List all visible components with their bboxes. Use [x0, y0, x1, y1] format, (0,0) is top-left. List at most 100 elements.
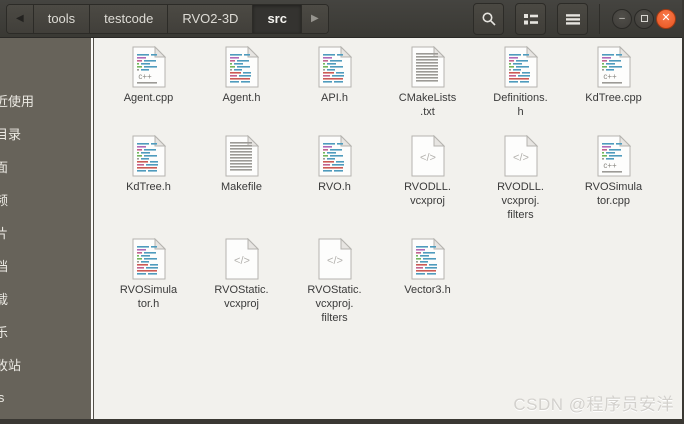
file-name-label: RVODLL. vcxproj. filters: [497, 181, 544, 221]
sidebar-item-label: 近使用: [0, 94, 35, 109]
file-item-RVOSimulator.cpp[interactable]: c++ RVOSimula tor.cpp: [567, 134, 660, 208]
hamburger-menu-icon: [565, 13, 580, 25]
sidebar-item-label: ls: [0, 390, 4, 405]
file-name-label: Definitions. h: [493, 92, 548, 118]
file-name-label: Makefile: [221, 181, 262, 193]
header-file-icon: [504, 45, 538, 88]
search-button[interactable]: [473, 2, 504, 35]
file-item-KdTree.h[interactable]: KdTree.h: [102, 134, 195, 194]
header-file-icon: [132, 134, 166, 177]
header-file-icon: [225, 45, 259, 88]
sidebar-item-label: 载: [0, 289, 8, 308]
sidebar-item-label: 收站: [0, 358, 22, 373]
file-name-label: RVODLL. vcxproj: [404, 181, 451, 207]
files-grid: c++ Agent.cpp Agent.h API.h CMakeLists .t…: [102, 45, 682, 325]
file-item-RVODLL.vcxproj.filters[interactable]: </> RVODLL. vcxproj. filters: [474, 134, 567, 222]
breadcrumb-label: tools: [47, 11, 76, 26]
breadcrumb-segment-src[interactable]: src: [253, 4, 302, 33]
cpp-file-icon: c++: [597, 134, 631, 177]
breadcrumb-segment-tools[interactable]: tools: [33, 4, 91, 33]
svg-text:</>: </>: [513, 152, 529, 164]
breadcrumb-forward-button[interactable]: ▶: [301, 4, 328, 33]
toolbar: ◀ tools testcode RVO2-3D src ▶ – ✕: [0, 0, 682, 38]
svg-text:c++: c++: [138, 72, 152, 81]
header-file-icon: [411, 237, 445, 280]
file-view: c++ Agent.cpp Agent.h API.h CMakeLists .t…: [94, 38, 682, 419]
maximize-button[interactable]: [634, 8, 654, 29]
file-name-label: CMakeLists .txt: [398, 92, 457, 118]
file-name-label: Vector3.h: [404, 284, 451, 296]
file-name-label: RVOSimula tor.h: [119, 284, 178, 310]
file-manager-window: ◀ tools testcode RVO2-3D src ▶ – ✕ 使用 录 …: [0, 0, 684, 424]
close-icon: ✕: [661, 12, 671, 24]
file-item-CMakeLists.txt[interactable]: CMakeLists .txt: [381, 45, 474, 119]
file-item-Definitions.h[interactable]: Definitions. h: [474, 45, 567, 119]
sidebar-item[interactable]: 片: [0, 216, 93, 249]
file-item-RVODLL.vcxproj[interactable]: </> RVODLL. vcxproj: [381, 134, 474, 208]
file-name-label: RVO.h: [318, 181, 351, 193]
sidebar-item[interactable]: 收站: [0, 348, 93, 381]
file-item-KdTree.cpp[interactable]: c++ KdTree.cpp: [567, 45, 660, 105]
sidebar-item-label: 档: [0, 256, 8, 275]
breadcrumb-back-button[interactable]: ◀: [7, 4, 34, 33]
svg-text:c++: c++: [603, 161, 617, 170]
xml-file-icon: </>: [225, 237, 259, 280]
xml-file-icon: </>: [318, 237, 352, 280]
text-file-icon: [225, 134, 259, 177]
breadcrumb-label: testcode: [104, 11, 154, 26]
list-view-icon: [523, 13, 538, 24]
close-button[interactable]: ✕: [656, 8, 676, 29]
file-name-label: Agent.cpp: [123, 92, 174, 104]
svg-text:</>: </>: [327, 255, 343, 267]
file-item-Agent.h[interactable]: Agent.h: [195, 45, 288, 105]
breadcrumb: ◀ tools testcode RVO2-3D src ▶: [6, 3, 329, 34]
file-name-label: RVOStatic. vcxproj. filters: [307, 284, 362, 324]
maximize-icon: [640, 15, 648, 22]
minimize-icon: –: [619, 12, 625, 24]
cpp-file-icon: c++: [597, 45, 631, 88]
breadcrumb-segment-rvo2-3d[interactable]: RVO2-3D: [168, 4, 254, 33]
sidebar-item[interactable]: 档: [0, 249, 93, 282]
sidebar-item[interactable]: 频: [0, 183, 93, 216]
sidebar-item[interactable]: 乐: [0, 315, 93, 348]
file-item-RVOStatic.vcxproj[interactable]: </> RVOStatic. vcxproj: [195, 237, 288, 311]
breadcrumb-label: RVO2-3D: [182, 11, 239, 26]
breadcrumb-segment-testcode[interactable]: testcode: [90, 4, 169, 33]
file-item-API.h[interactable]: API.h: [288, 45, 381, 105]
chevron-left-icon: ◀: [16, 12, 24, 24]
menu-button[interactable]: [557, 2, 588, 35]
file-item-RVOSimulator.h[interactable]: RVOSimula tor.h: [102, 237, 195, 311]
sidebar-item[interactable]: ls: [0, 381, 93, 414]
xml-file-icon: </>: [504, 134, 538, 177]
view-toggle-button[interactable]: [515, 2, 546, 35]
file-item-Agent.cpp[interactable]: c++ Agent.cpp: [102, 45, 195, 105]
sidebar-item[interactable]: 近使用: [0, 84, 93, 117]
file-name-label: KdTree.cpp: [585, 92, 642, 104]
file-item-RVOStatic.vcxproj.filters[interactable]: </> RVOStatic. vcxproj. filters: [288, 237, 381, 325]
file-name-label: API.h: [321, 92, 348, 104]
window-controls: – ✕: [610, 8, 676, 29]
sidebar-item-label: 乐: [0, 322, 8, 341]
sidebar-item[interactable]: 载: [0, 282, 93, 315]
chevron-right-icon: ▶: [310, 12, 319, 24]
file-name-label: RVOSimula tor.cpp: [584, 181, 643, 207]
file-item-Makefile[interactable]: Makefile: [195, 134, 288, 194]
sidebar-item-label: 频: [0, 190, 8, 209]
xml-file-icon: </>: [411, 134, 445, 177]
minimize-button[interactable]: –: [612, 8, 632, 29]
sidebar: 近使用目录面频片档载乐收站 ls 304 上...: [0, 38, 94, 419]
header-file-icon: [318, 45, 352, 88]
sidebar-item[interactable]: 面: [0, 150, 93, 183]
toolbar-separator: [599, 3, 600, 34]
file-item-Vector3.h[interactable]: Vector3.h: [381, 237, 474, 297]
header-file-icon: [318, 134, 352, 177]
sidebar-item-label: 面: [0, 157, 8, 176]
app-body: 近使用目录面频片档载乐收站 ls 304 上... c++ Agent.cpp Ag…: [0, 38, 682, 419]
file-item-RVO.h[interactable]: RVO.h: [288, 134, 381, 194]
header-file-icon: [132, 237, 166, 280]
file-name-label: KdTree.h: [126, 181, 171, 193]
sidebar-item[interactable]: 304 上...: [0, 414, 93, 419]
svg-text:</>: </>: [234, 255, 250, 267]
sidebar-item[interactable]: 目录: [0, 117, 93, 150]
file-name-label: Agent.h: [222, 92, 261, 104]
